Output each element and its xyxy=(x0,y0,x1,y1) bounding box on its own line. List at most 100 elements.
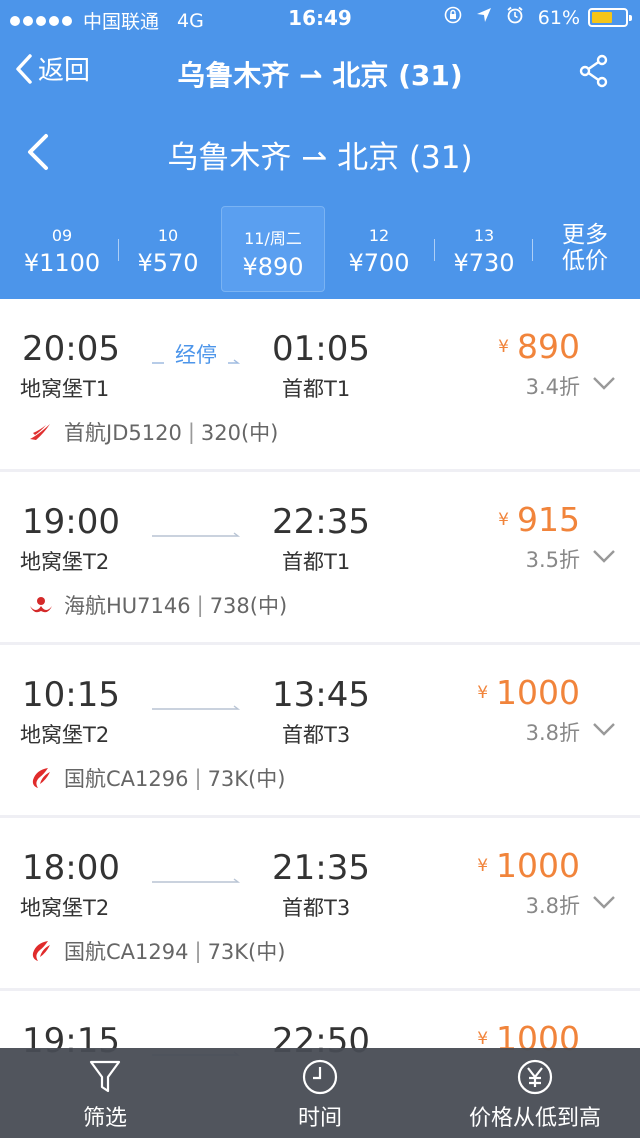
departure-time: 18:00 xyxy=(22,848,120,888)
flight-number: 国航CA1296 xyxy=(64,767,189,791)
flight-number: 国航CA1294 xyxy=(64,940,189,964)
chevron-down-icon[interactable] xyxy=(592,375,616,391)
currency-symbol: ¥ xyxy=(477,683,489,703)
stopover-label: 经停 xyxy=(175,343,217,367)
currency-symbol: ¥ xyxy=(498,510,509,530)
divider: | xyxy=(194,766,202,790)
divider: | xyxy=(187,420,195,444)
price-value: 915 xyxy=(517,500,580,539)
share-button[interactable] xyxy=(578,54,610,92)
capital-airlines-logo-icon xyxy=(30,424,50,440)
price-value: 890 xyxy=(517,327,580,366)
currency-symbol: ¥ xyxy=(477,856,489,876)
date-price: ¥700 xyxy=(348,249,410,277)
route-arrow-icon xyxy=(152,705,241,710)
aircraft-type: 320(中) xyxy=(200,421,279,445)
departure-airport: 地窝堡T2 xyxy=(20,723,110,747)
time-sort-tab[interactable]: 时间 xyxy=(255,1048,385,1138)
airline-info: 首航JD5120 | 320(中) xyxy=(28,417,278,447)
departure-airport: 地窝堡T2 xyxy=(20,550,110,574)
nav-bar: 返回 乌鲁木齐 ⇀ 北京 (31) xyxy=(0,40,640,104)
arrival-airport: 首都T3 xyxy=(282,723,351,747)
flight-list: 20:05 地窝堡T1 经停 01:05 首都T1 ¥890 3.4折 首航JD… xyxy=(0,299,640,1138)
aircraft-type: 73K(中) xyxy=(207,940,286,964)
battery-icon xyxy=(588,8,632,27)
arrival-airport: 首都T1 xyxy=(282,377,351,401)
flight-price: ¥1000 xyxy=(477,846,580,885)
air-china-logo-icon xyxy=(32,941,50,961)
date-day: 10 xyxy=(157,226,179,245)
departure-airport: 地窝堡T1 xyxy=(20,377,110,401)
flight-card[interactable]: 10:15 地窝堡T2 13:45 首都T3 ¥1000 3.8折 国航CA12… xyxy=(0,645,640,815)
arrival-time: 13:45 xyxy=(272,675,370,715)
date-day: 11/周二 xyxy=(244,229,302,248)
arrival-time: 21:35 xyxy=(272,848,370,888)
discount-label: 3.5折 xyxy=(525,548,580,572)
flight-card[interactable]: 20:05 地窝堡T1 经停 01:05 首都T1 ¥890 3.4折 首航JD… xyxy=(0,299,640,469)
share-icon xyxy=(579,54,608,88)
airline-info: 国航CA1296 | 73K(中) xyxy=(28,763,285,793)
clock-icon xyxy=(302,1059,338,1095)
flight-card[interactable]: 19:00 地窝堡T2 22:35 首都T1 ¥915 3.5折 海航HU714… xyxy=(0,472,640,642)
chevron-down-icon[interactable] xyxy=(592,548,616,564)
date-item[interactable]: 09 ¥1100 xyxy=(10,206,114,292)
date-item[interactable]: 13 ¥730 xyxy=(432,206,536,292)
price-value: 1000 xyxy=(496,846,580,885)
discount-label: 3.4折 xyxy=(525,375,580,399)
date-day: 12 xyxy=(368,226,390,245)
date-selector: 09 ¥1100 10 ¥570 11/周二 ¥890 12 ¥700 13 ¥… xyxy=(0,206,640,292)
battery-tip xyxy=(629,15,632,21)
flight-price: ¥1000 xyxy=(477,673,580,712)
date-price: ¥890 xyxy=(242,253,304,281)
departure-time: 19:00 xyxy=(22,502,120,542)
flight-card[interactable]: 18:00 地窝堡T2 21:35 首都T3 ¥1000 3.8折 国航CA12… xyxy=(0,818,640,988)
status-icons: 61% xyxy=(444,6,632,29)
arrival-airport: 首都T3 xyxy=(282,896,351,920)
date-price: ¥730 xyxy=(453,249,515,277)
price-value: 1000 xyxy=(496,673,580,712)
route-arrow-icon xyxy=(152,878,241,883)
date-price: ¥1100 xyxy=(23,249,101,277)
chevron-down-icon[interactable] xyxy=(592,894,616,910)
battery-fill xyxy=(592,12,612,23)
more-low-price-button[interactable]: 更多 低价 xyxy=(542,222,628,274)
currency-symbol: ¥ xyxy=(498,337,509,357)
flight-number: 海航HU7146 xyxy=(64,594,191,618)
divider: | xyxy=(196,593,204,617)
price-sort-tab[interactable]: 价格从低到高 xyxy=(450,1048,620,1138)
discount-label: 3.8折 xyxy=(525,721,580,745)
flight-price: ¥890 xyxy=(498,327,580,366)
route-header: 乌鲁木齐 ⇀ 北京 (31) xyxy=(0,118,640,188)
arrival-airport: 首都T1 xyxy=(282,550,351,574)
more-label-2: 低价 xyxy=(562,248,608,274)
filter-funnel-icon xyxy=(89,1060,121,1093)
status-bar: 中国联通 4G 16:49 61% xyxy=(0,0,640,38)
arrival-time: 22:35 xyxy=(272,502,370,542)
time-label: 时间 xyxy=(297,1106,342,1131)
date-price: ¥570 xyxy=(137,249,199,277)
header: 中国联通 4G 16:49 61% 返回 乌鲁木齐 ⇀ 北京 (31) 乌鲁木齐… xyxy=(0,0,640,299)
hainan-airlines-logo-icon xyxy=(30,597,52,613)
departure-time: 10:15 xyxy=(22,675,120,715)
date-item[interactable]: 10 ¥570 xyxy=(116,206,220,292)
divider: | xyxy=(194,939,202,963)
divider xyxy=(532,239,533,261)
date-day: 13 xyxy=(473,226,495,245)
currency-symbol: ¥ xyxy=(477,1029,489,1049)
flight-price: ¥915 xyxy=(498,500,580,539)
arrival-time: 01:05 xyxy=(272,329,370,369)
flight-number: 首航JD5120 xyxy=(64,421,182,445)
flight-path xyxy=(150,524,242,546)
filter-tab[interactable]: 筛选 xyxy=(40,1048,170,1138)
page-title: 乌鲁木齐 ⇀ 北京 (31) xyxy=(177,59,463,92)
more-label-1: 更多 xyxy=(562,222,608,248)
chevron-down-icon[interactable] xyxy=(592,721,616,737)
route-arrow-icon xyxy=(152,532,241,537)
aircraft-type: 73K(中) xyxy=(207,767,286,791)
date-item[interactable]: 12 ¥700 xyxy=(327,206,431,292)
flight-path: 经停 xyxy=(150,343,242,373)
air-china-logo-icon xyxy=(32,768,50,788)
date-item-selected[interactable]: 11/周二 ¥890 xyxy=(221,206,325,292)
location-icon xyxy=(476,7,492,28)
departure-time: 20:05 xyxy=(22,329,120,369)
